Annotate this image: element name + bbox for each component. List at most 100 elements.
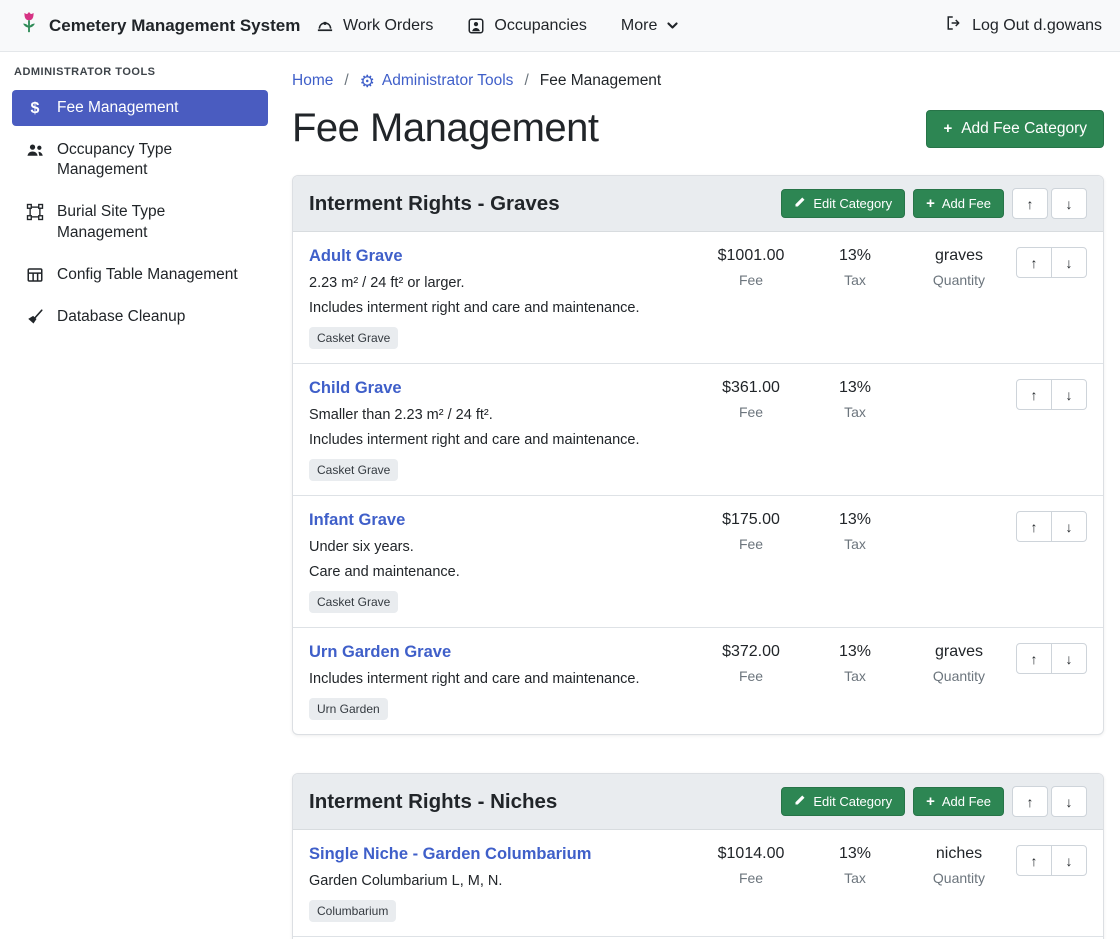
fee-type-badge: Casket Grave bbox=[309, 591, 398, 613]
fee-description: Smaller than 2.23 m² / 24 ft². bbox=[309, 407, 691, 423]
chevron-down-icon bbox=[666, 19, 679, 32]
arrow-up-icon: ↑ bbox=[1031, 519, 1038, 535]
fee-name-link[interactable]: Single Niche - Garden Columbarium bbox=[309, 845, 591, 864]
nav-links: Work Orders Occupancies More bbox=[316, 17, 679, 35]
nav-item-more[interactable]: More bbox=[621, 17, 679, 35]
breadcrumb: Home / ⚙ Administrator Tools / Fee Manag… bbox=[292, 72, 1104, 90]
add-fee-category-button[interactable]: + Add Fee Category bbox=[926, 110, 1104, 148]
move-fee-down-button[interactable]: ↓ bbox=[1051, 247, 1087, 278]
move-category-up-button[interactable]: ↑ bbox=[1012, 188, 1048, 219]
tulip-logo-icon bbox=[18, 11, 40, 40]
page-title: Fee Management bbox=[292, 106, 599, 151]
edit-category-button[interactable]: Edit Category bbox=[781, 787, 905, 816]
fee-description: Includes interment right and care and ma… bbox=[309, 432, 691, 448]
add-fee-button[interactable]: + Add Fee bbox=[913, 189, 1004, 218]
fee-name-link[interactable]: Urn Garden Grave bbox=[309, 643, 451, 662]
gear-icon: ⚙ bbox=[360, 73, 375, 90]
fee-category-card-graves: Interment Rights - Graves Edit Category … bbox=[292, 175, 1104, 735]
fee-quantity-column: graves Quantity bbox=[907, 247, 1011, 288]
fee-row: Single Niche - Garden Columbarium Garden… bbox=[293, 830, 1103, 937]
fee-name-link[interactable]: Adult Grave bbox=[309, 247, 403, 266]
pencil-icon bbox=[794, 196, 806, 211]
category-header: Interment Rights - Niches Edit Category … bbox=[293, 774, 1103, 830]
fee-tax-column: 13% Tax bbox=[803, 643, 907, 684]
top-navbar: Cemetery Management System Work Orders bbox=[0, 0, 1120, 52]
arrow-down-icon: ↓ bbox=[1066, 794, 1073, 810]
edit-category-button[interactable]: Edit Category bbox=[781, 189, 905, 218]
hard-hat-icon bbox=[316, 17, 334, 35]
fee-description: Includes interment right and care and ma… bbox=[309, 671, 691, 687]
arrow-up-icon: ↑ bbox=[1031, 255, 1038, 271]
people-icon bbox=[24, 141, 46, 159]
move-fee-up-button[interactable]: ↑ bbox=[1016, 247, 1052, 278]
arrow-up-icon: ↑ bbox=[1027, 196, 1034, 212]
move-category-up-button[interactable]: ↑ bbox=[1012, 786, 1048, 817]
broom-icon bbox=[24, 308, 46, 326]
vector-square-icon bbox=[24, 203, 46, 221]
app-brand[interactable]: Cemetery Management System bbox=[18, 11, 294, 40]
fee-row: Child Grave Smaller than 2.23 m² / 24 ft… bbox=[293, 364, 1103, 496]
arrow-down-icon: ↓ bbox=[1066, 387, 1073, 403]
arrow-up-icon: ↑ bbox=[1031, 651, 1038, 667]
fee-type-badge: Casket Grave bbox=[309, 459, 398, 481]
move-fee-down-button[interactable]: ↓ bbox=[1051, 845, 1087, 876]
main-content: Home / ⚙ Administrator Tools / Fee Manag… bbox=[280, 52, 1120, 939]
arrow-up-icon: ↑ bbox=[1031, 387, 1038, 403]
move-fee-down-button[interactable]: ↓ bbox=[1051, 643, 1087, 674]
pencil-icon bbox=[794, 794, 806, 809]
breadcrumb-separator: / bbox=[344, 72, 348, 90]
add-fee-button[interactable]: + Add Fee bbox=[913, 787, 1004, 816]
arrow-up-icon: ↑ bbox=[1031, 853, 1038, 869]
nav-item-work-orders[interactable]: Work Orders bbox=[316, 17, 433, 35]
app-title: Cemetery Management System bbox=[49, 16, 300, 36]
sidebar-heading: ADMINISTRATOR TOOLS bbox=[14, 66, 266, 78]
category-header: Interment Rights - Graves Edit Category … bbox=[293, 176, 1103, 232]
sidebar-item-label: Occupancy Type Management bbox=[57, 140, 256, 180]
category-title: Interment Rights - Niches bbox=[309, 790, 557, 814]
plus-icon: + bbox=[943, 121, 952, 136]
fee-name-link[interactable]: Child Grave bbox=[309, 379, 402, 398]
sidebar-item-label: Fee Management bbox=[57, 98, 179, 118]
move-fee-down-button[interactable]: ↓ bbox=[1051, 379, 1087, 410]
fee-amount-column: $372.00 Fee bbox=[699, 643, 803, 684]
arrow-up-icon: ↑ bbox=[1027, 794, 1034, 810]
fee-amount-column: $361.00 Fee bbox=[699, 379, 803, 420]
move-fee-up-button[interactable]: ↑ bbox=[1016, 511, 1052, 542]
fee-name-link[interactable]: Infant Grave bbox=[309, 511, 405, 530]
fee-quantity-column: niches Quantity bbox=[907, 845, 1011, 886]
nav-item-label: Occupancies bbox=[494, 17, 587, 35]
breadcrumb-current: Fee Management bbox=[540, 72, 662, 90]
sidebar: ADMINISTRATOR TOOLS $ Fee Management Occ… bbox=[0, 52, 280, 353]
nav-item-occupancies[interactable]: Occupancies bbox=[467, 17, 587, 35]
move-fee-down-button[interactable]: ↓ bbox=[1051, 511, 1087, 542]
breadcrumb-admin-tools-link[interactable]: ⚙ Administrator Tools bbox=[360, 72, 514, 90]
fee-description: Garden Columbarium L, M, N. bbox=[309, 873, 691, 889]
plus-icon: + bbox=[926, 196, 935, 211]
sidebar-item-config-table-management[interactable]: Config Table Management bbox=[12, 257, 268, 293]
move-fee-up-button[interactable]: ↑ bbox=[1016, 845, 1052, 876]
fee-quantity-column: graves Quantity bbox=[907, 643, 1011, 684]
nav-item-label: Work Orders bbox=[343, 17, 433, 35]
fee-tax-column: 13% Tax bbox=[803, 247, 907, 288]
logout-button[interactable]: Log Out d.gowans bbox=[944, 14, 1102, 37]
move-category-down-button[interactable]: ↓ bbox=[1051, 188, 1087, 219]
fee-tax-column: 13% Tax bbox=[803, 845, 907, 886]
dollar-icon: $ bbox=[24, 99, 46, 118]
table-icon bbox=[24, 266, 46, 284]
sidebar-item-database-cleanup[interactable]: Database Cleanup bbox=[12, 299, 268, 335]
move-fee-up-button[interactable]: ↑ bbox=[1016, 379, 1052, 410]
sidebar-item-fee-management[interactable]: $ Fee Management bbox=[12, 90, 268, 126]
sidebar-item-burial-site-type-management[interactable]: Burial Site Type Management bbox=[12, 194, 268, 250]
fee-amount-column: $175.00 Fee bbox=[699, 511, 803, 552]
breadcrumb-home-link[interactable]: Home bbox=[292, 72, 333, 90]
fee-category-card-niches: Interment Rights - Niches Edit Category … bbox=[292, 773, 1104, 939]
nav-item-label: More bbox=[621, 17, 657, 35]
sidebar-item-occupancy-type-management[interactable]: Occupancy Type Management bbox=[12, 132, 268, 188]
arrow-down-icon: ↓ bbox=[1066, 853, 1073, 869]
fee-row: Adult Grave 2.23 m² / 24 ft² or larger. … bbox=[293, 232, 1103, 364]
move-category-down-button[interactable]: ↓ bbox=[1051, 786, 1087, 817]
move-fee-up-button[interactable]: ↑ bbox=[1016, 643, 1052, 674]
fee-type-badge: Columbarium bbox=[309, 900, 396, 922]
fee-type-badge: Urn Garden bbox=[309, 698, 388, 720]
arrow-down-icon: ↓ bbox=[1066, 196, 1073, 212]
